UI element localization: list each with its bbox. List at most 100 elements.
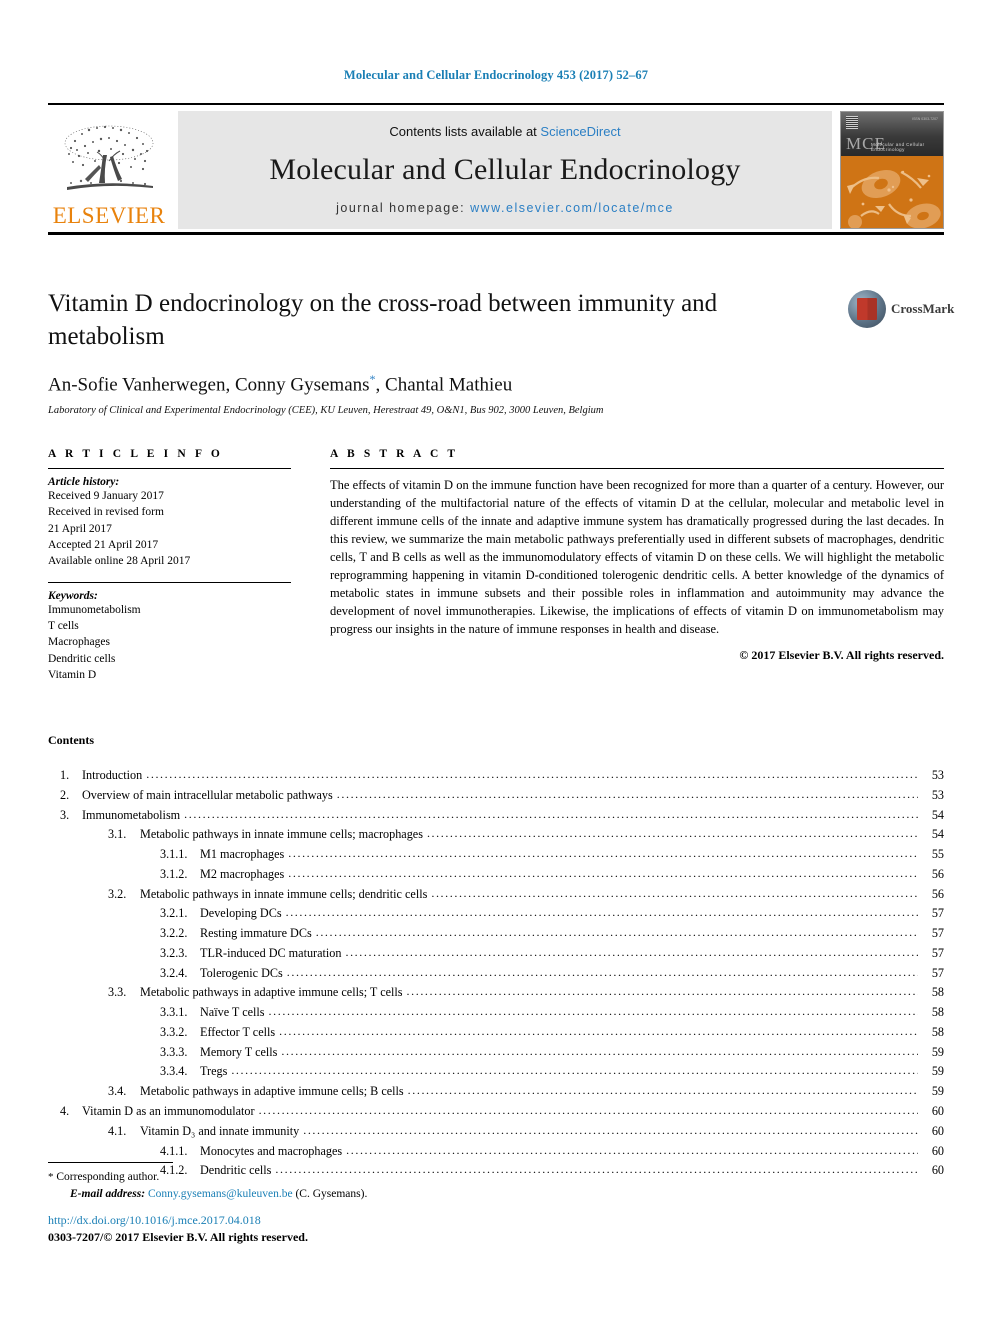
- toc-entry-number: 3.3.3.: [160, 1044, 188, 1059]
- toc-dot-leader: ........................................…: [346, 1142, 918, 1157]
- publication-footer: http://dx.doi.org/10.1016/j.mce.2017.04.…: [48, 1212, 548, 1246]
- toc-dot-leader: ........................................…: [268, 1004, 918, 1019]
- toc-entry[interactable]: 3.2.2. Resting immature DCs..............…: [48, 924, 944, 944]
- toc-entry-label: Vitamin D₃ and innate immunity: [140, 1123, 300, 1138]
- toc-entry-label: Metabolic pathways in adaptive immune ce…: [140, 1084, 404, 1099]
- toc-entry[interactable]: 3.1.2. M2 macrophages....................…: [48, 865, 944, 885]
- cover-subtitle-text: Molecular and Cellular Endocrinology: [871, 142, 925, 152]
- toc-entry-number: 2.: [60, 787, 70, 802]
- toc-entry-number: 3.1.1.: [160, 847, 188, 862]
- affiliation: Laboratory of Clinical and Experimental …: [48, 405, 604, 417]
- toc-entry[interactable]: 3.1. Metabolic pathways in innate immune …: [48, 825, 944, 845]
- toc-dot-leader: ........................................…: [406, 984, 918, 999]
- keywords-rule: [48, 581, 291, 583]
- toc-dot-leader: ........................................…: [281, 1043, 918, 1058]
- toc-dot-leader: ........................................…: [184, 806, 918, 821]
- toc-entry[interactable]: 3.3. Metabolic pathways in adaptive immun…: [48, 983, 944, 1003]
- abstract-column: A B S T R A C T The effects of vitamin D…: [330, 448, 944, 683]
- toc-entry-number: 3.4.: [108, 1084, 127, 1099]
- toc-entry-page: 60: [931, 1104, 944, 1119]
- toc-entry-number: 4.1.: [108, 1123, 127, 1138]
- abstract-copyright: © 2017 Elsevier B.V. All rights reserved…: [739, 648, 944, 662]
- toc-dot-leader: ........................................…: [431, 885, 918, 900]
- toc-entry[interactable]: 3.4. Metabolic pathways in adaptive immun…: [48, 1082, 944, 1102]
- toc-entry-label: Resting immature DCs: [200, 926, 312, 941]
- toc-entry-label: Naïve T cells: [200, 1005, 265, 1020]
- toc-entry[interactable]: 3.3.3. Memory T cells....................…: [48, 1043, 944, 1063]
- article-history-label: Article history:: [48, 476, 120, 488]
- toc-entry[interactable]: 1. Introduction..........................…: [48, 766, 944, 786]
- article-history-line: Available online 28 April 2017: [48, 555, 191, 568]
- abstract-heading: A B S T R A C T: [330, 448, 459, 460]
- email-suffix: (C. Gysemans).: [295, 1187, 368, 1200]
- table-of-contents: Contents 1. Introduction.................…: [48, 733, 944, 1181]
- paper-page: Molecular and Cellular Endocrinology 453…: [0, 0, 992, 1323]
- abstract-body: The effects of vitamin D on the immune f…: [330, 478, 944, 636]
- toc-entry[interactable]: 3.2. Metabolic pathways in innate immune …: [48, 885, 944, 905]
- toc-entry-number: 3.3.: [108, 985, 127, 1000]
- toc-entry[interactable]: 4.1. Vitamin D₃ and innate immunity......…: [48, 1122, 944, 1142]
- toc-entry[interactable]: 3.2.4. Tolerogenic DCs...................…: [48, 964, 944, 984]
- toc-entry-number: 1.: [60, 768, 70, 782]
- keyword-item: Macrophages: [48, 636, 110, 649]
- article-title-block: Vitamin D endocrinology on the cross-roa…: [48, 288, 828, 416]
- toc-entry-page: 57: [931, 926, 944, 941]
- toc-entry[interactable]: 4.1.1. Monocytes and macrophages.........…: [48, 1142, 944, 1162]
- contents-heading: Contents: [48, 733, 95, 747]
- running-head: Molecular and Cellular Endocrinology 453…: [343, 68, 649, 82]
- article-history-line: Received 9 January 2017: [48, 490, 164, 502]
- toc-entry[interactable]: 3. Immunometabolism......................…: [48, 806, 944, 826]
- toc-entry-page: 59: [931, 1044, 944, 1059]
- toc-entry-page: 59: [931, 1064, 944, 1079]
- corresponding-author-note: * Corresponding author.: [48, 1169, 528, 1186]
- toc-entry[interactable]: 2. Overview of main intracellular metabol…: [48, 786, 944, 806]
- corresponding-author-text: Corresponding author.: [56, 1171, 160, 1183]
- crossmark-label: CrossMark: [891, 301, 955, 316]
- toc-entry-page: 57: [931, 945, 944, 960]
- homepage-label: journal homepage:: [336, 201, 471, 215]
- toc-entry-number: 3.2.: [108, 886, 127, 901]
- toc-dot-leader: ........................................…: [426, 826, 918, 841]
- toc-dot-leader: ........................................…: [315, 925, 918, 940]
- article-info-column: A R T I C L E I N F O Article history: R…: [48, 448, 291, 683]
- toc-entry-page: 53: [931, 768, 944, 782]
- keyword-item: T cells: [48, 619, 79, 632]
- crossmark-badge[interactable]: CrossMark: [848, 288, 954, 330]
- article-history-line: Received in revised form: [48, 506, 164, 519]
- toc-entry[interactable]: 3.3.4. Tregs.............................…: [48, 1062, 944, 1082]
- toc-entry-label: Monocytes and macrophages: [200, 1143, 343, 1158]
- toc-entry-page: 58: [931, 1024, 944, 1039]
- issn-copyright-line: 0303-7207/© 2017 Elsevier B.V. All right…: [48, 1229, 308, 1244]
- article-info-heading: A R T I C L E I N F O: [48, 448, 223, 460]
- footnote-area: * Corresponding author. E-mail address: …: [48, 1162, 528, 1203]
- toc-entry-page: 56: [931, 886, 944, 901]
- toc-entry-number: 3.3.2.: [160, 1024, 188, 1039]
- toc-dot-leader: ........................................…: [146, 767, 918, 781]
- toc-entry[interactable]: 3.3.1. Naïve T cells.....................…: [48, 1003, 944, 1023]
- author-list: An-Sofie Vanherwegen, Conny Gysemans*, C…: [48, 372, 828, 396]
- sciencedirect-link[interactable]: ScienceDirect: [540, 124, 620, 139]
- author-names-tail: , Chantal Mathieu: [375, 374, 513, 396]
- toc-entry-page: 55: [931, 847, 944, 862]
- masthead-panel: Contents lists available at ScienceDirec…: [178, 111, 832, 229]
- toc-entry[interactable]: 3.3.2. Effector T cells..................…: [48, 1023, 944, 1043]
- doi-link[interactable]: http://dx.doi.org/10.1016/j.mce.2017.04.…: [48, 1212, 548, 1229]
- asterisk-icon: *: [48, 1171, 54, 1183]
- toc-entry[interactable]: 4. Vitamin D as an immunomodulator.......…: [48, 1102, 944, 1122]
- cover-cell-illustration: [841, 156, 943, 228]
- journal-homepage-link[interactable]: www.elsevier.com/locate/mce: [470, 201, 674, 215]
- toc-entry-page: 54: [931, 827, 944, 842]
- toc-entry-number: 3.2.2.: [160, 926, 188, 941]
- toc-dot-leader: ........................................…: [345, 944, 918, 959]
- toc-entry-label: Tregs: [200, 1064, 228, 1079]
- toc-dot-leader: ........................................…: [288, 846, 918, 861]
- toc-entry-page: 58: [931, 985, 944, 1000]
- email-link[interactable]: Conny.gysemans@kuleuven.be: [148, 1188, 293, 1200]
- toc-entry[interactable]: 3.2.3. TLR-induced DC maturation.........…: [48, 944, 944, 964]
- toc-entry[interactable]: 3.2.1. Developing DCs....................…: [48, 904, 944, 924]
- journal-cover-thumbnail: ISSN 0303-7207 MCE Molecular and Cellula…: [840, 111, 944, 229]
- toc-entry-page: 54: [931, 807, 944, 822]
- footnote-rule: [48, 1162, 173, 1163]
- toc-entry[interactable]: 3.1.1. M1 macrophages....................…: [48, 845, 944, 865]
- toc-entry-label: Immunometabolism: [82, 807, 181, 822]
